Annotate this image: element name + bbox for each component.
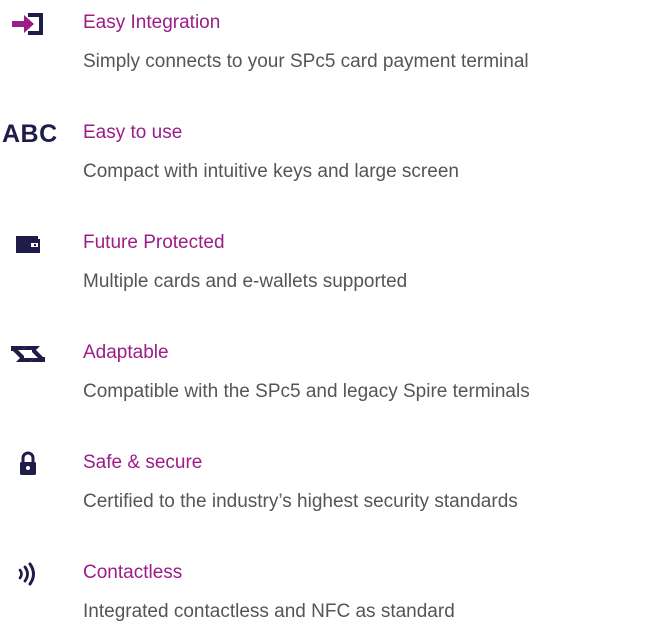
feature-contactless: Contactless Integrated contactless and N… [0, 558, 650, 635]
feature-future-protected: Future Protected Multiple cards and e-wa… [0, 228, 650, 308]
feature-title: Easy Integration [83, 12, 221, 33]
feature-title: Safe & secure [83, 452, 203, 473]
feature-description: Integrated contactless and NFC as standa… [83, 601, 455, 622]
swap-arrows-icon [6, 340, 50, 368]
feature-adaptable: Adaptable Compatible with the SPc5 and l… [0, 338, 650, 418]
feature-easy-to-use: ABC Easy to use Compact with intuitive k… [0, 118, 650, 198]
feature-title: Easy to use [83, 122, 183, 143]
feature-list: Easy Integration Simply connects to your… [0, 0, 650, 635]
abc-text-icon: ABC [2, 119, 58, 148]
feature-description: Compatible with the SPc5 and legacy Spir… [83, 381, 530, 402]
padlock-icon [6, 450, 50, 478]
feature-safe-and-secure: Safe & secure Certified to the industry’… [0, 448, 650, 528]
feature-description: Certified to the industry’s highest secu… [83, 491, 518, 512]
feature-title: Future Protected [83, 232, 225, 253]
feature-description: Compact with intuitive keys and large sc… [83, 161, 459, 182]
feature-title: Adaptable [83, 342, 169, 363]
feature-description: Simply connects to your SPc5 card paymen… [83, 51, 529, 72]
contactless-icon [6, 560, 50, 588]
feature-easy-integration: Easy Integration Simply connects to your… [0, 8, 650, 88]
feature-title: Contactless [83, 562, 183, 583]
arrow-into-box-icon [6, 10, 50, 38]
wallet-icon [6, 230, 50, 258]
feature-description: Multiple cards and e-wallets supported [83, 271, 408, 292]
